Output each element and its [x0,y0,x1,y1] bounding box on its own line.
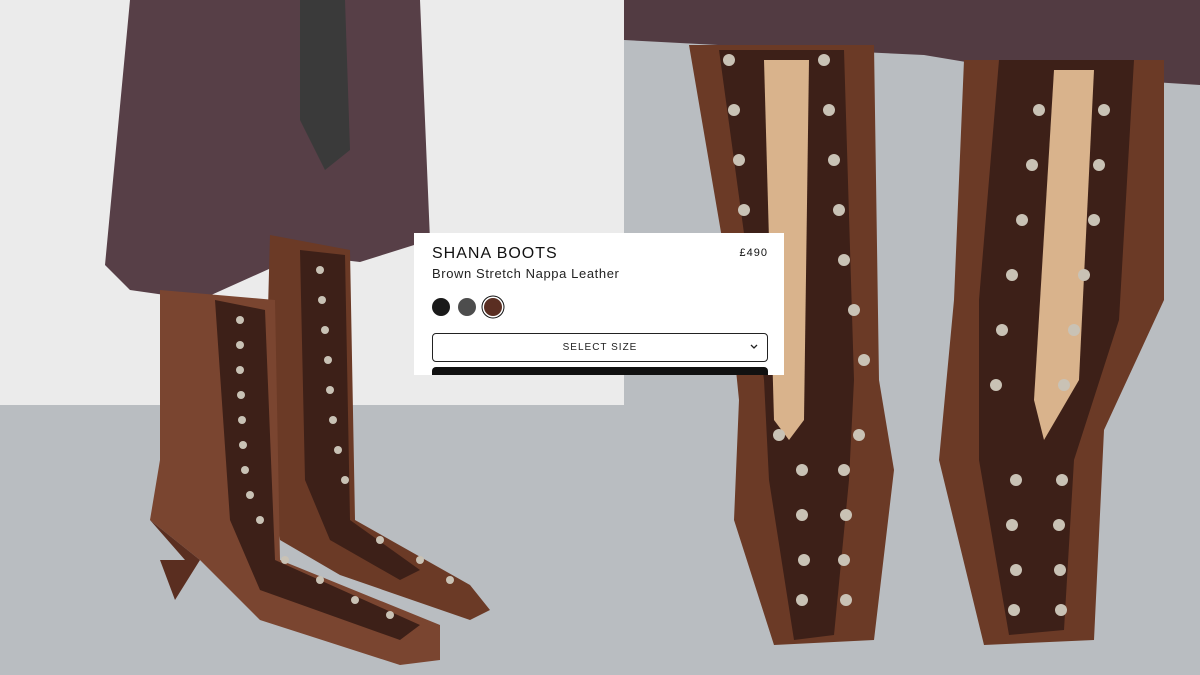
chevron-down-icon [750,344,758,349]
size-select-label: SELECT SIZE [562,342,638,353]
color-swatches [432,298,768,316]
product-card: SHANA BOOTS £490 Brown Stretch Nappa Lea… [414,233,784,375]
product-header: SHANA BOOTS £490 [432,245,768,263]
swatch-grey[interactable] [458,298,476,316]
swatch-black[interactable] [432,298,450,316]
product-name: SHANA BOOTS [432,245,558,262]
add-to-bag-button[interactable] [432,367,768,375]
product-subtitle: Brown Stretch Nappa Leather [432,266,620,281]
product-price: £490 [739,247,768,259]
size-select[interactable]: SELECT SIZE [432,333,768,362]
swatch-brown[interactable] [484,298,502,316]
